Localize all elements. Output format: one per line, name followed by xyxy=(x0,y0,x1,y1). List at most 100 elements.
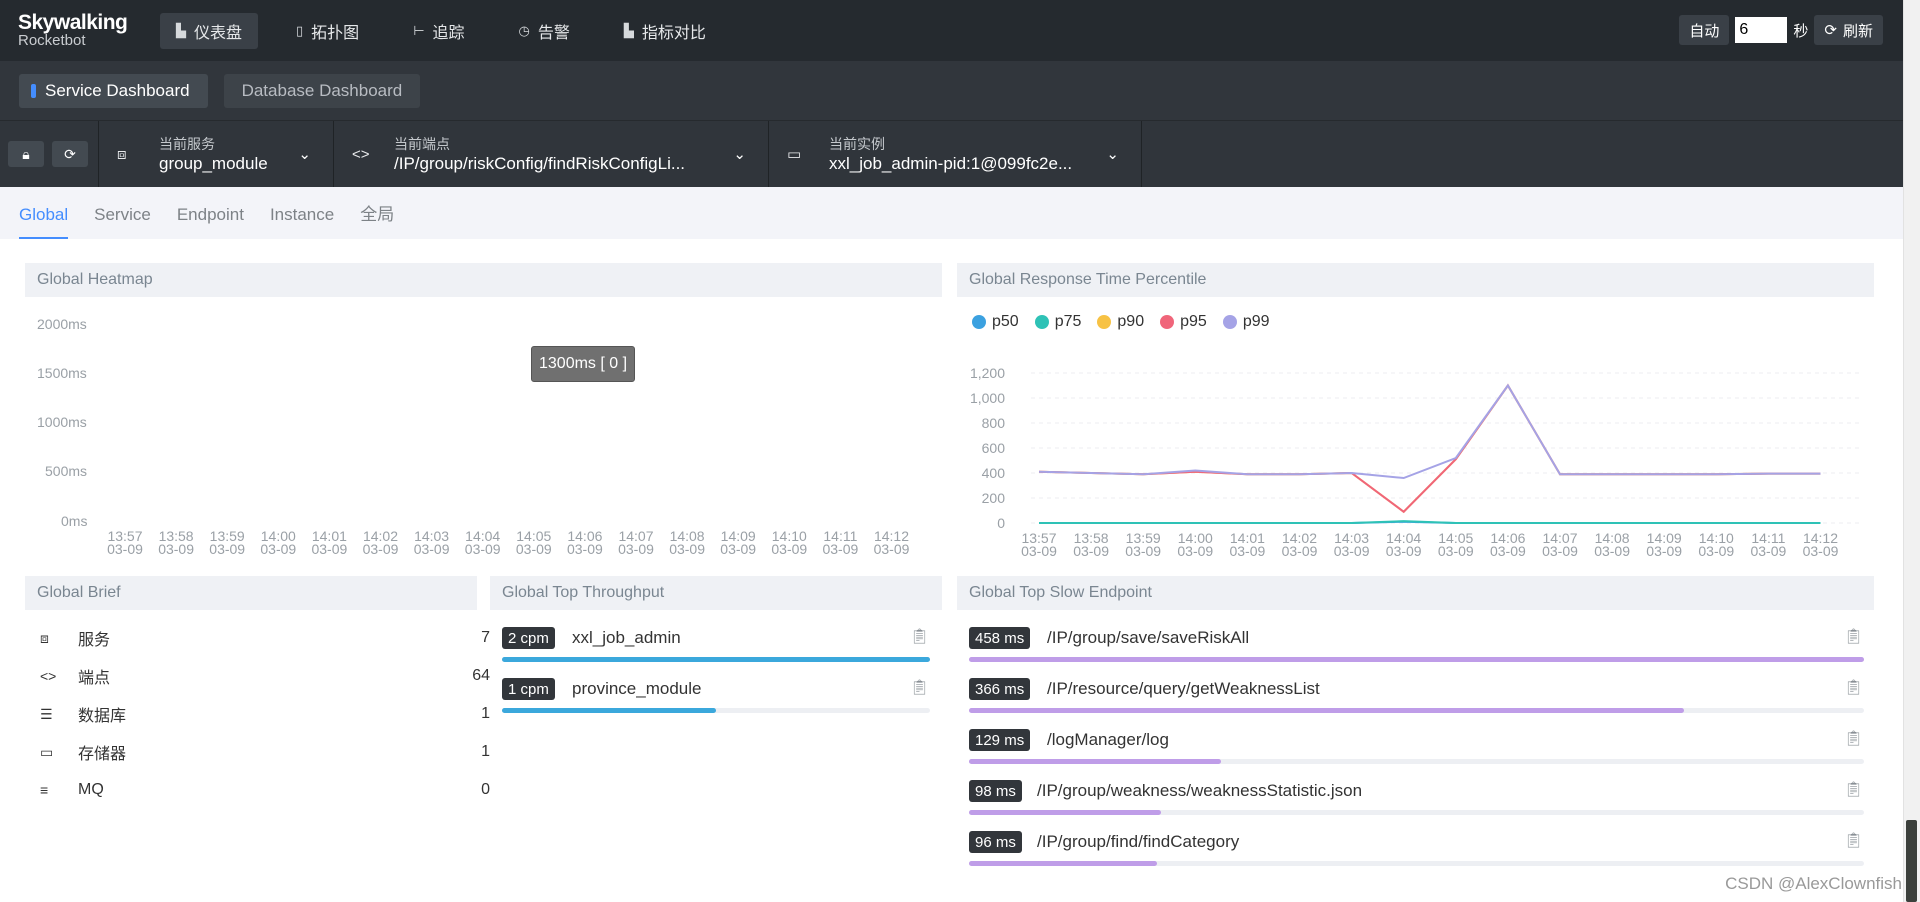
brief-value: 0 xyxy=(481,781,490,798)
value-badge: 98 ms xyxy=(969,780,1022,802)
heatmap-panel: Global Heatmap 2000ms 1500ms 1000ms 500m… xyxy=(25,263,942,557)
service-selector-value: group_module xyxy=(159,154,268,173)
value-badge: 2 cpm xyxy=(502,627,555,649)
service-selector[interactable]: ⧈ 当前服务 group_module ⌄ xyxy=(98,120,334,188)
item-name: xxl_job_admin xyxy=(572,628,681,647)
list-item[interactable]: 458 ms/IP/group/save/saveRiskAll 📋︎ xyxy=(969,627,1864,662)
value-badge: 129 ms xyxy=(969,729,1031,751)
tab-service[interactable]: Service xyxy=(94,205,151,239)
progress-fill xyxy=(969,657,1864,662)
y-tick-label: 0 xyxy=(997,515,1005,531)
nav-alarm[interactable]: ◷ 告警 xyxy=(503,13,586,49)
copy-icon[interactable]: 📋︎ xyxy=(1844,729,1863,747)
x-tick-label: 03-09 xyxy=(1073,543,1109,559)
item-name: /IP/group/find/findCategory xyxy=(1037,832,1240,851)
y-tick-label: 1,200 xyxy=(970,365,1005,381)
list-item[interactable]: 129 ms/logManager/log 📋︎ xyxy=(969,729,1864,764)
brief-name: 端点 xyxy=(78,670,111,687)
list-item[interactable]: 98 ms/IP/group/weakness/weaknessStatisti… xyxy=(969,780,1864,815)
list-item[interactable]: 366 ms/IP/resource/query/getWeaknessList… xyxy=(969,678,1864,713)
list-item[interactable]: 1 cpm province_module 📋︎ xyxy=(502,678,930,713)
progress-track xyxy=(969,810,1864,815)
trace-icon: ⊢ xyxy=(413,22,425,38)
service-icon: ⧈ xyxy=(117,145,127,163)
tab-global[interactable]: Global xyxy=(19,205,69,239)
service-selector-label: 当前服务 xyxy=(159,136,215,152)
copy-icon[interactable]: 📋︎ xyxy=(910,627,929,645)
nav-trace[interactable]: ⊢ 追踪 xyxy=(397,13,480,49)
brief-name: 数据库 xyxy=(78,708,127,725)
list-item[interactable]: 96 ms/IP/group/find/findCategory 📋︎ xyxy=(969,831,1864,866)
x-tick-label: 03-09 xyxy=(1594,543,1630,559)
x-tick-label: 03-09 xyxy=(1750,543,1786,559)
chevron-down-icon: ⌄ xyxy=(298,145,311,163)
progress-fill xyxy=(969,861,1157,866)
logo[interactable]: Skywalking Rocketbot xyxy=(0,12,160,49)
chevron-down-icon: ⌄ xyxy=(1106,145,1119,163)
x-tick-label: 03-09 xyxy=(1438,543,1474,559)
tab-global-cn[interactable]: 全局 xyxy=(360,200,394,239)
refresh-button[interactable]: ⟳ 刷新 xyxy=(1814,15,1883,45)
heatmap-x-tick: 14:04 03-09 xyxy=(464,528,501,557)
refresh-icon: ⟳ xyxy=(1824,22,1837,39)
progress-track xyxy=(969,759,1864,764)
list-item[interactable]: 2 cpm xxl_job_admin 📋︎ xyxy=(502,627,930,662)
heatmap-y-label: 1500ms xyxy=(37,365,87,381)
heatmap-y-label: 500ms xyxy=(45,463,88,479)
sync-button[interactable]: ⟳ xyxy=(52,141,88,167)
copy-icon[interactable]: 📋︎ xyxy=(910,678,929,696)
interval-input[interactable] xyxy=(1735,17,1788,43)
tab-service-dashboard[interactable]: Service Dashboard xyxy=(19,73,208,108)
x-tick-label: 03-09 xyxy=(1490,543,1526,559)
storage-icon: ▭ xyxy=(40,743,54,760)
instance-selector-value: xxl_job_admin-pid:1@099fc2e... xyxy=(829,154,1073,173)
page-scrollbar[interactable] xyxy=(1903,0,1920,902)
brief-row-endpoint: <> 端点 64 xyxy=(40,664,490,688)
heatmap-x-tick: 14:12 03-09 xyxy=(873,528,910,557)
heatmap-x-tick: 14:01 03-09 xyxy=(311,528,348,557)
endpoint-selector-value: /IP/group/riskConfig/findRiskConfigLi... xyxy=(394,154,686,173)
y-tick-label: 200 xyxy=(982,490,1006,506)
x-tick-label: 03-09 xyxy=(1386,543,1422,559)
nav-topology[interactable]: ▯ 拓扑图 xyxy=(280,13,375,49)
item-name: province_module xyxy=(572,679,702,698)
tab-database-dashboard[interactable]: Database Dashboard xyxy=(223,73,421,108)
heatmap-title: Global Heatmap xyxy=(25,263,942,297)
refresh-controls: 自动 秒 ⟳ 刷新 xyxy=(1679,15,1883,45)
value-badge: 1 cpm xyxy=(502,678,555,700)
nav-dashboard[interactable]: ▙ 仪表盘 xyxy=(160,12,259,49)
tab-service-dashboard-label: Service Dashboard xyxy=(45,80,190,100)
nav-compare[interactable]: ▙ 指标对比 xyxy=(608,13,722,49)
throughput-panel: Global Top Throughput 2 cpm xxl_job_admin… xyxy=(490,576,942,726)
item-name: /IP/resource/query/getWeaknessList xyxy=(1047,679,1320,698)
copy-icon[interactable]: 📋︎ xyxy=(1844,780,1863,798)
brief-name: 服务 xyxy=(78,632,111,649)
y-tick-label: 600 xyxy=(982,440,1006,456)
heatmap-y-label: 0ms xyxy=(61,513,88,529)
sync-icon: ⟳ xyxy=(64,145,76,162)
item-name: /IP/group/save/saveRiskAll xyxy=(1047,628,1250,647)
slow-endpoint-panel: Global Top Slow Endpoint 458 ms/IP/group… xyxy=(957,576,1874,876)
progress-fill xyxy=(969,810,1161,815)
lock-button[interactable]: 🔒︎ xyxy=(8,141,44,167)
instance-selector[interactable]: ▭ 当前实例 xxl_job_admin-pid:1@099fc2e... ⌄ xyxy=(769,120,1142,188)
brief-row-mq: ≡ MQ 0 xyxy=(40,778,490,802)
heatmap-x-tick: 14:00 03-09 xyxy=(260,528,297,557)
progress-fill xyxy=(969,708,1685,713)
logo-subtitle: Rocketbot xyxy=(18,32,86,49)
copy-icon[interactable]: 📋︎ xyxy=(1844,831,1863,849)
heatmap-x-tick: 14:05 03-09 xyxy=(515,528,552,557)
compare-icon: ▙ xyxy=(623,22,634,38)
endpoint-selector[interactable]: <> 当前端点 /IP/group/riskConfig/findRiskCon… xyxy=(334,120,769,188)
tab-endpoint[interactable]: Endpoint xyxy=(177,205,244,239)
heatmap-x-tick: 14:06 03-09 xyxy=(566,528,603,557)
heatmap-tooltip: 1300ms [ 0 ] xyxy=(531,346,636,382)
tab-instance[interactable]: Instance xyxy=(270,205,334,239)
progress-fill xyxy=(969,759,1222,764)
x-tick-label: 03-09 xyxy=(1542,543,1578,559)
copy-icon[interactable]: 📋︎ xyxy=(1844,627,1863,645)
mq-icon: ≡ xyxy=(40,782,49,798)
scrollbar-thumb[interactable] xyxy=(1906,820,1917,902)
copy-icon[interactable]: 📋︎ xyxy=(1844,678,1863,696)
auto-button[interactable]: 自动 xyxy=(1679,15,1730,45)
